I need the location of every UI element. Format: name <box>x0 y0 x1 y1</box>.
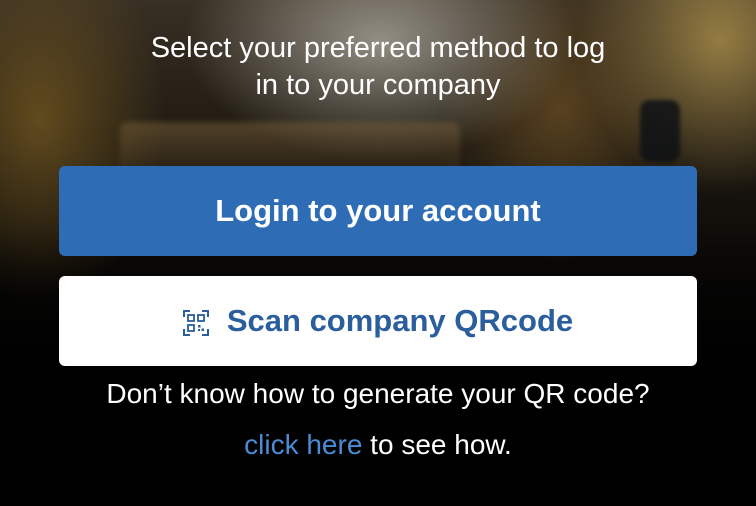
help-link-suffix: to see how. <box>362 429 512 460</box>
click-here-link[interactable]: click here <box>244 429 362 460</box>
login-button-label: Login to your account <box>215 193 541 228</box>
page-title-line-1: Select your preferred method to log <box>150 32 606 64</box>
login-method-screen: Select your preferred method to log in t… <box>0 0 756 506</box>
scan-qr-button[interactable]: Scan company QRcode <box>59 276 697 366</box>
scan-qr-button-label: Scan company QRcode <box>226 303 574 338</box>
qr-help-question: Don’t know how to generate your QR code? <box>106 378 650 409</box>
page-title: Select your preferred method to log in t… <box>0 30 756 104</box>
page-title-line-2: in to your company <box>255 69 501 101</box>
qr-help-line: click here to see how. <box>0 428 756 462</box>
qr-code-icon <box>182 308 209 336</box>
login-button[interactable]: Login to your account <box>59 166 697 256</box>
